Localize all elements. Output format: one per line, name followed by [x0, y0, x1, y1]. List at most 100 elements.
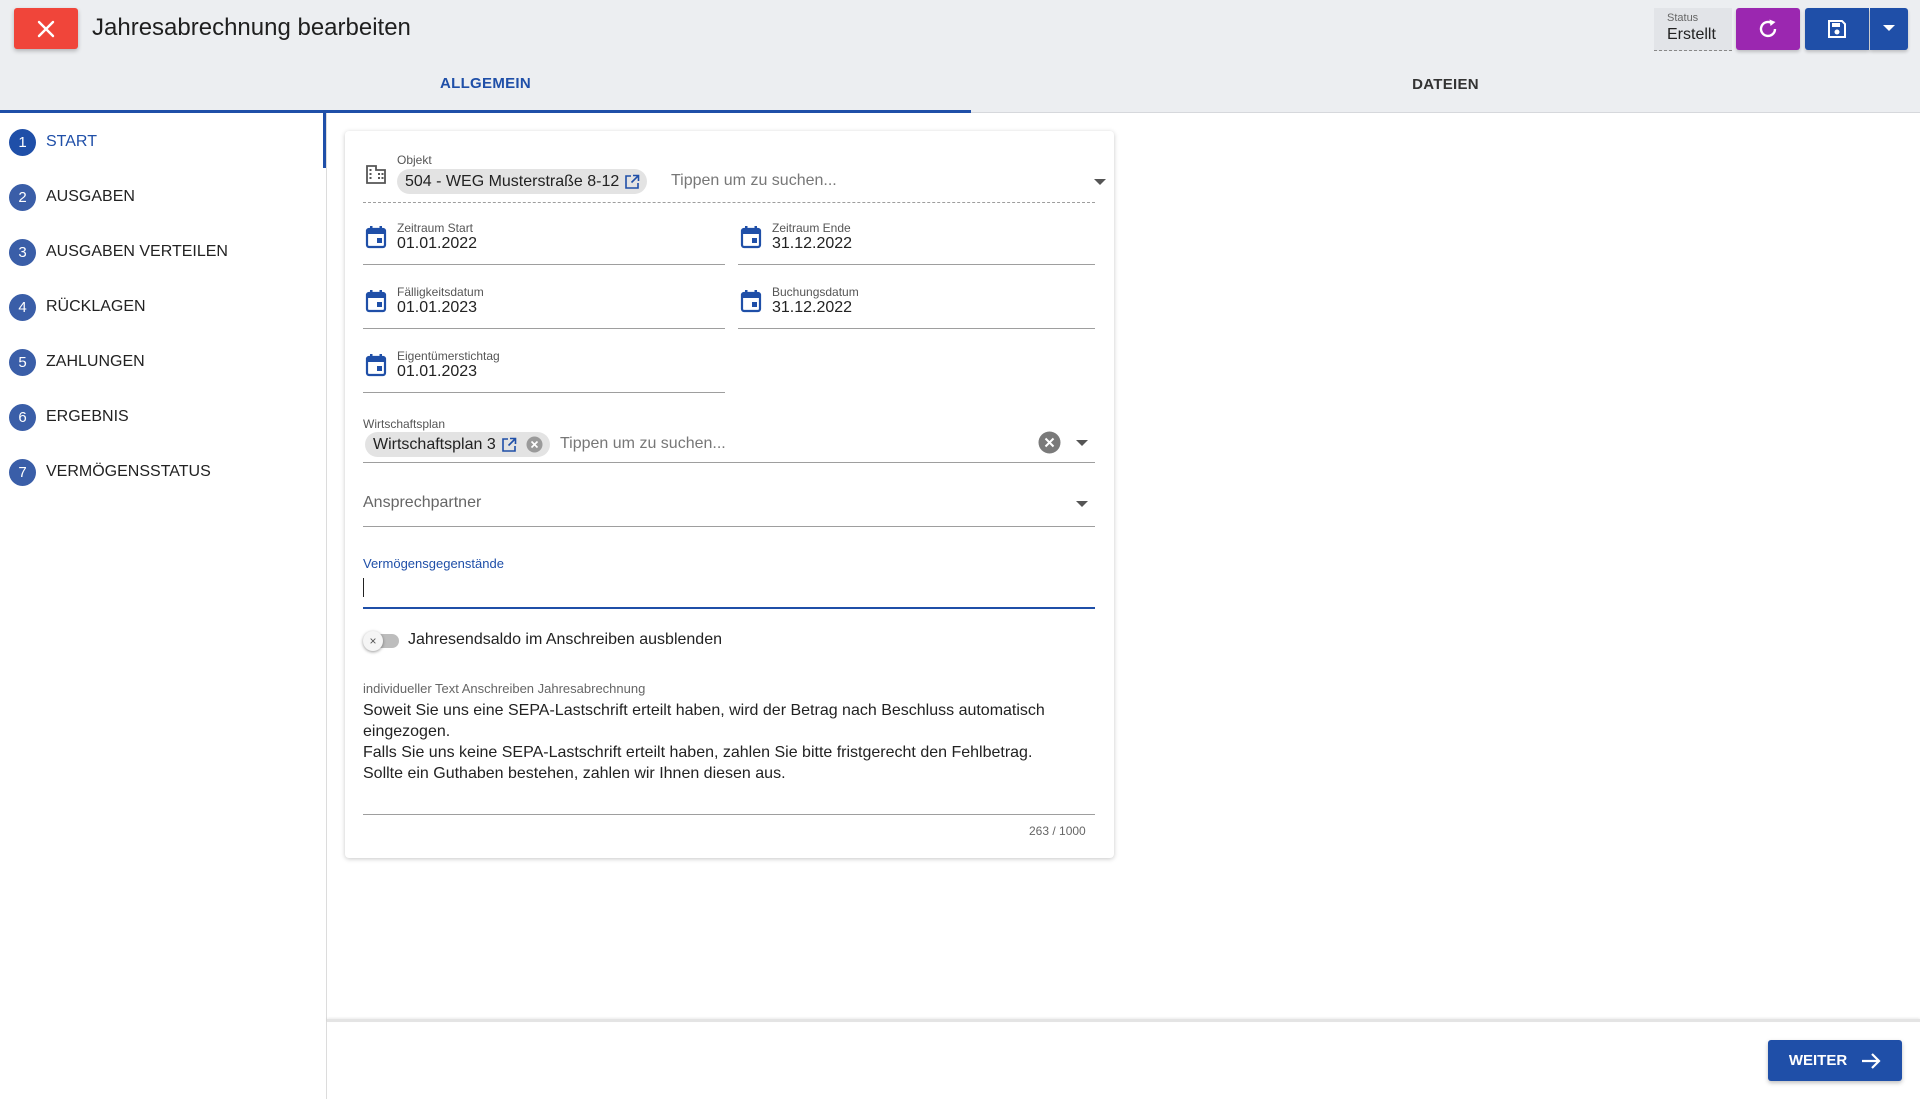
textarea-line: Falls Sie uns keine SEPA-Lastschrift ert…	[363, 744, 1033, 761]
vermoegensgegenstaende-label: Vermögensgegenstände	[363, 556, 504, 571]
field-underline	[363, 264, 725, 265]
step-label: ERGEBNIS	[46, 408, 129, 425]
faelligkeitsdatum-field[interactable]: Fälligkeitsdatum 01.01.2023	[363, 285, 725, 329]
wirtschaftsplan-label: Wirtschaftsplan	[363, 417, 446, 431]
field-underline	[363, 392, 725, 393]
external-link-icon[interactable]	[624, 174, 640, 190]
individueller-text-label: individueller Text Anschreiben Jahresabr…	[363, 681, 646, 696]
step-number: 1	[9, 128, 36, 156]
objekt-field[interactable]: Objekt 504 - WEG Musterstraße 8-12 Tippe…	[363, 153, 1106, 203]
individueller-text-field[interactable]: individueller Text Anschreiben Jahresabr…	[363, 681, 1095, 782]
zeitraum-start-label: Zeitraum Start	[397, 221, 474, 235]
buchungsdatum-label: Buchungsdatum	[772, 285, 859, 299]
character-counter: 263 / 1000	[1029, 824, 1086, 838]
step-number: 7	[9, 458, 36, 486]
step-number: 3	[9, 238, 36, 266]
textarea-line: Soweit Sie uns eine SEPA-Lastschrift ert…	[363, 702, 1045, 719]
wirtschaftsplan-search-input[interactable]: Tippen um zu suchen...	[560, 435, 726, 453]
zeitraum-ende-field[interactable]: Zeitraum Ende 31.12.2022	[738, 221, 1095, 265]
form-card: Objekt 504 - WEG Musterstraße 8-12 Tippe…	[345, 131, 1114, 858]
field-underline	[363, 328, 725, 329]
ansprechpartner-label: Ansprechpartner	[363, 494, 482, 511]
zeitraum-start-input[interactable]: 01.01.2022	[397, 235, 477, 253]
tab-bar: ALLGEMEIN DATEIEN	[0, 56, 1920, 113]
arrow-right-icon	[1862, 1052, 1881, 1069]
eigentuemerstichtag-label: Eigentümerstichtag	[397, 349, 500, 363]
status-value: Erstellt	[1667, 26, 1716, 43]
save-icon	[1828, 20, 1846, 38]
calendar-icon[interactable]	[740, 225, 762, 249]
zeitraum-ende-input[interactable]: 31.12.2022	[772, 235, 852, 253]
wirtschaftsplan-field[interactable]: Wirtschaftsplan Wirtschaftsplan 3 Tippen…	[363, 417, 1095, 463]
eigentuemerstichtag-field[interactable]: Eigentümerstichtag 01.01.2023	[363, 349, 725, 393]
faelligkeitsdatum-label: Fälligkeitsdatum	[397, 285, 484, 299]
objekt-search-input[interactable]: Tippen um zu suchen...	[671, 172, 837, 190]
sidebar-item-ausgaben-verteilen[interactable]: 3 AUSGABEN VERTEILEN	[9, 237, 228, 267]
calendar-icon[interactable]	[740, 289, 762, 313]
step-label: VERMÖGENSSTATUS	[46, 463, 211, 480]
field-underline	[363, 814, 1095, 815]
eigentuemerstichtag-input[interactable]: 01.01.2023	[397, 363, 477, 381]
chevron-down-icon[interactable]	[1076, 440, 1088, 446]
sidebar-item-ausgaben[interactable]: 2 AUSGABEN	[9, 182, 135, 212]
active-step-indicator	[323, 113, 326, 168]
tab-allgemein[interactable]: ALLGEMEIN	[0, 56, 971, 113]
sidebar-item-ruecklagen[interactable]: 4 RÜCKLAGEN	[9, 292, 146, 322]
close-button[interactable]	[14, 8, 78, 49]
sidebar-item-ergebnis[interactable]: 6 ERGEBNIS	[9, 402, 129, 432]
step-label: ZAHLUNGEN	[46, 353, 145, 370]
close-icon	[37, 20, 55, 37]
text-cursor	[363, 578, 364, 597]
sidebar-item-vermoegensstatus[interactable]: 7 VERMÖGENSSTATUS	[9, 457, 211, 487]
zeitraum-start-field[interactable]: Zeitraum Start 01.01.2022	[363, 221, 725, 265]
toggle-off-icon[interactable]: ×	[363, 631, 383, 651]
buchungsdatum-field[interactable]: Buchungsdatum 31.12.2022	[738, 285, 1095, 329]
save-button[interactable]	[1805, 8, 1869, 50]
toggle-label: Jahresendsaldo im Anschreiben ausblenden	[408, 631, 722, 648]
app-header: Jahresabrechnung bearbeiten Status Erste…	[0, 0, 1920, 56]
tab-dateien[interactable]: DATEIEN	[971, 56, 1920, 113]
step-label: AUSGABEN	[46, 188, 135, 205]
field-underline	[363, 462, 1095, 463]
footer-divider	[327, 1019, 1920, 1022]
field-underline	[738, 328, 1095, 329]
faelligkeitsdatum-input[interactable]: 01.01.2023	[397, 299, 477, 317]
step-number: 6	[9, 403, 36, 431]
chevron-down-icon[interactable]	[1076, 501, 1088, 507]
field-underline	[738, 264, 1095, 265]
stepper-sidebar: 1 START 2 AUSGABEN 3 AUSGABEN VERTEILEN …	[0, 113, 327, 1099]
step-number: 4	[9, 293, 36, 321]
ansprechpartner-field[interactable]: Ansprechpartner	[363, 481, 1095, 527]
wirtschaftsplan-chip[interactable]: Wirtschaftsplan 3	[365, 432, 550, 457]
step-label: START	[46, 133, 97, 150]
zeitraum-ende-label: Zeitraum Ende	[772, 221, 851, 235]
weiter-button[interactable]: WEITER	[1768, 1040, 1902, 1081]
status-label: Status	[1667, 12, 1699, 24]
clear-icon[interactable]	[526, 436, 543, 453]
clear-icon[interactable]	[1038, 431, 1061, 454]
sidebar-item-start[interactable]: 1 START	[9, 127, 97, 157]
calendar-icon[interactable]	[365, 353, 387, 377]
refresh-icon	[1759, 19, 1777, 38]
status-dropdown[interactable]: Status Erstellt	[1654, 8, 1732, 51]
objekt-chip-text: 504 - WEG Musterstraße 8-12	[405, 172, 620, 190]
textarea-line: Sollte ein Guthaben bestehen, zahlen wir…	[363, 765, 786, 782]
refresh-button[interactable]	[1736, 8, 1800, 50]
wirtschaftsplan-chip-text: Wirtschaftsplan 3	[373, 435, 496, 453]
chevron-down-icon	[1883, 25, 1895, 31]
sidebar-item-zahlungen[interactable]: 5 ZAHLUNGEN	[9, 347, 145, 377]
chevron-down-icon[interactable]	[1094, 179, 1106, 185]
step-number: 5	[9, 348, 36, 376]
field-underline-focused	[363, 607, 1095, 609]
calendar-icon[interactable]	[365, 289, 387, 313]
calendar-icon[interactable]	[365, 225, 387, 249]
building-icon	[366, 165, 386, 184]
save-options-button[interactable]	[1870, 8, 1908, 50]
external-link-icon[interactable]	[501, 437, 517, 453]
jahresendsaldo-toggle[interactable]: × Jahresendsaldo im Anschreiben ausblend…	[363, 628, 763, 654]
page-title: Jahresabrechnung bearbeiten	[92, 14, 411, 41]
buchungsdatum-input[interactable]: 31.12.2022	[772, 299, 852, 317]
individueller-text-textarea[interactable]: Soweit Sie uns eine SEPA-Lastschrift ert…	[363, 700, 1103, 784]
objekt-chip[interactable]: 504 - WEG Musterstraße 8-12	[397, 169, 648, 194]
vermoegensgegenstaende-field[interactable]: Vermögensgegenstände	[363, 556, 1095, 609]
